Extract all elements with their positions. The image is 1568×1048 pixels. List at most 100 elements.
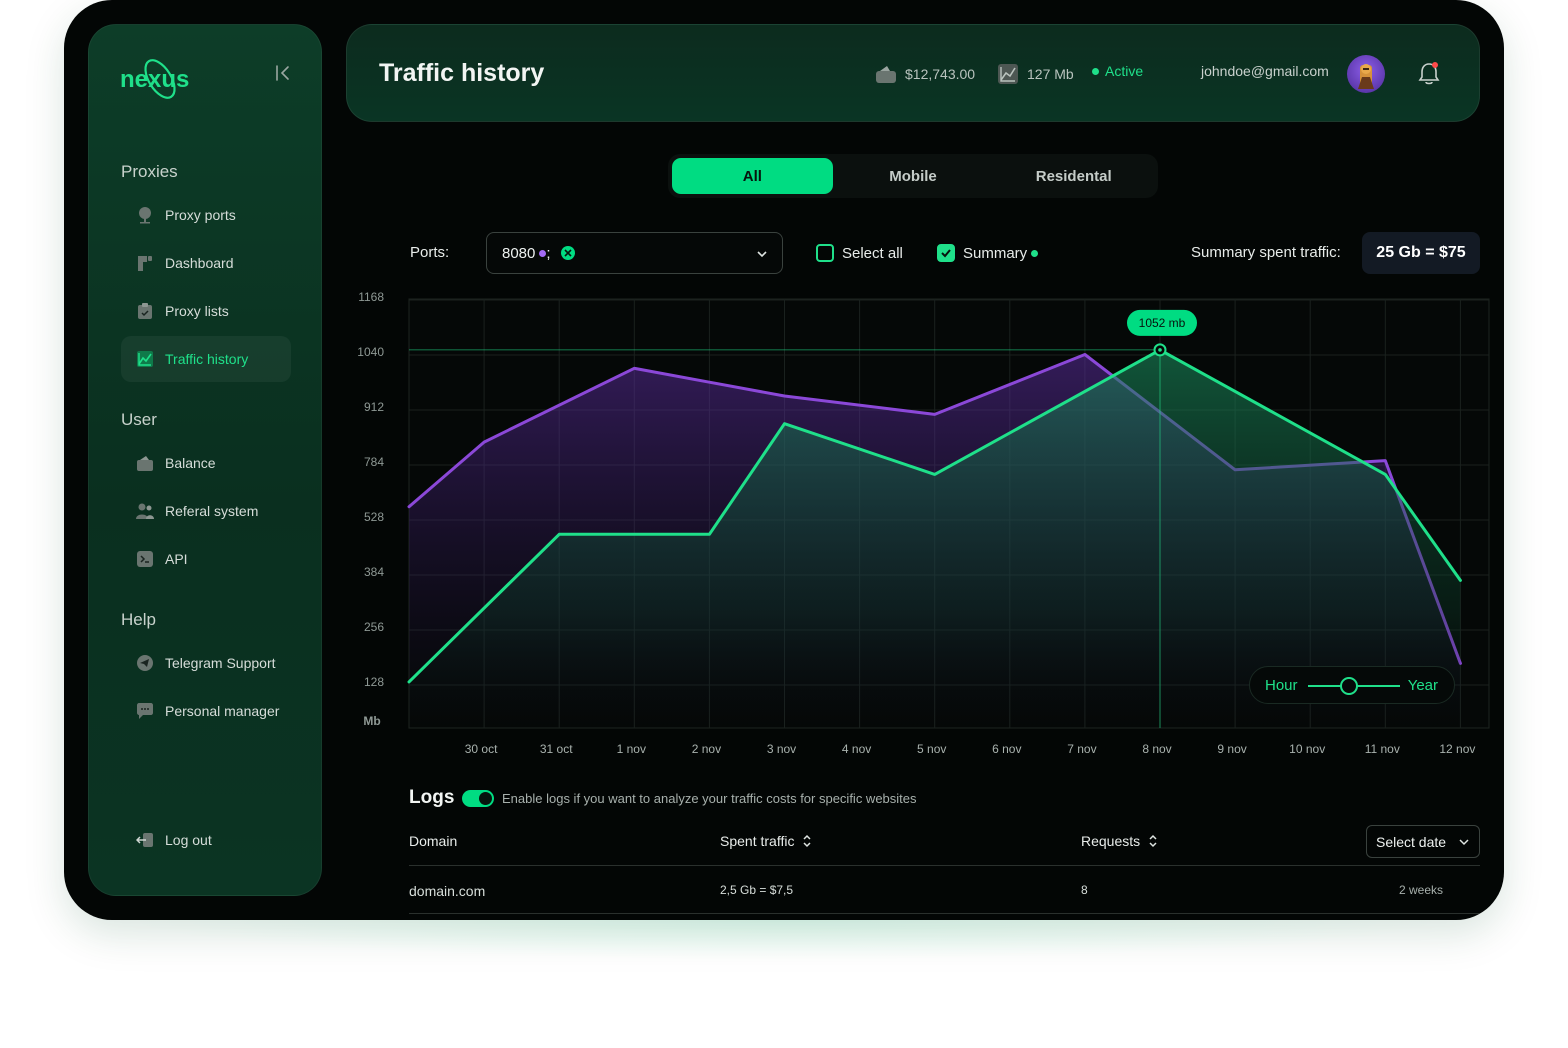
page-title: Traffic history xyxy=(379,59,545,87)
summary-spent-value: 25 Gb = $75 xyxy=(1362,232,1480,274)
sidebar-item-label: Proxy ports xyxy=(165,207,236,223)
x-tick-label: 30 oct xyxy=(465,742,498,756)
terminal-icon xyxy=(135,549,155,569)
toggle-knob xyxy=(479,792,492,805)
slider-min-label: Hour xyxy=(1265,677,1298,694)
clear-port-icon[interactable] xyxy=(560,246,575,260)
logout-button[interactable]: Log out xyxy=(121,817,291,863)
sort-icon xyxy=(803,834,811,848)
chart-icon xyxy=(135,349,155,369)
logs-title: Logs xyxy=(409,787,455,808)
section-title-help: Help xyxy=(121,610,156,629)
table-row-divider xyxy=(409,913,1480,914)
nexus-logo: nexus xyxy=(120,59,189,99)
sidebar-item-label: Balance xyxy=(165,455,216,471)
x-tick-label: 6 nov xyxy=(992,742,1021,756)
x-tick-label: 3 nov xyxy=(767,742,796,756)
sidebar-item-traffic-history[interactable]: Traffic history xyxy=(121,336,291,382)
tab-mobile[interactable]: Mobile xyxy=(833,158,994,194)
column-label: Requests xyxy=(1081,833,1141,849)
row-when: 2 weeks xyxy=(1399,883,1444,897)
balance-value: $12,743.00 xyxy=(905,66,976,82)
slider-knob[interactable] xyxy=(1340,677,1358,695)
y-axis-unit: Mb xyxy=(363,714,380,728)
logs-toggle[interactable] xyxy=(462,790,494,807)
user-email[interactable]: johndoe@gmail.com xyxy=(1201,63,1329,79)
logo-text: nexus xyxy=(120,66,189,93)
wallet-icon xyxy=(135,453,155,473)
y-tick-label: 384 xyxy=(364,565,384,579)
header: Traffic history $12,743.00 127 Mb Active… xyxy=(346,24,1480,122)
x-axis: 30 oct 31 oct 1 nov 2 nov 3 nov 4 nov 5 nov 6 n… xyxy=(465,742,1476,756)
collapse-sidebar-icon[interactable] xyxy=(273,63,293,83)
sidebar-item-telegram-support[interactable]: Telegram Support xyxy=(121,640,291,686)
chevron-down-icon xyxy=(757,251,767,258)
summary-spent-label: Summary spent traffic: xyxy=(1191,244,1341,261)
sidebar-item-label: Traffic history xyxy=(165,351,249,367)
tab-residental[interactable]: Residental xyxy=(993,158,1154,194)
y-tick-label: 256 xyxy=(364,620,384,634)
table-header-divider xyxy=(409,865,1480,866)
select-all-label: Select all xyxy=(842,244,903,262)
x-tick-label: 2 nov xyxy=(692,742,721,756)
sidebar-item-label: Dashboard xyxy=(165,255,234,271)
y-tick-label: 128 xyxy=(364,675,384,689)
chevron-down-icon xyxy=(1459,839,1469,846)
sidebar-item-label: Proxy lists xyxy=(165,303,229,319)
users-icon xyxy=(135,501,155,521)
row-domain: domain.com xyxy=(409,883,486,899)
sidebar-item-proxy-lists[interactable]: Proxy lists xyxy=(121,288,291,334)
x-tick-label: 10 nov xyxy=(1289,742,1325,756)
logout-label: Log out xyxy=(165,832,212,848)
sidebar-item-balance[interactable]: Balance xyxy=(121,440,291,486)
traffic-chart-icon xyxy=(998,64,1018,84)
avatar[interactable] xyxy=(1347,55,1385,93)
telegram-icon xyxy=(135,653,155,673)
ports-select[interactable]: 8080 ; xyxy=(486,232,783,274)
select-all-checkbox[interactable]: Select all xyxy=(816,244,903,262)
sidebar-item-proxy-ports[interactable]: Proxy ports xyxy=(121,192,291,238)
status-dot xyxy=(1092,67,1099,75)
sidebar-item-label: Referal system xyxy=(165,503,259,519)
x-tick-label: 11 nov xyxy=(1365,742,1400,756)
sidebar-item-label: Personal manager xyxy=(165,703,280,719)
y-tick-label: 912 xyxy=(364,400,384,414)
column-spent-traffic[interactable]: Spent traffic xyxy=(720,833,812,849)
column-requests[interactable]: Requests xyxy=(1081,833,1158,849)
column-domain: Domain xyxy=(409,833,458,849)
port-color-dot xyxy=(539,249,547,257)
balance-stat: $12,743.00 xyxy=(875,63,975,85)
x-tick-label: 1 nov xyxy=(617,742,646,756)
sidebar-item-personal-manager[interactable]: Personal manager xyxy=(121,688,291,734)
ports-label: Ports: xyxy=(410,244,450,261)
logout-icon xyxy=(135,830,155,850)
x-tick-label: 8 nov xyxy=(1142,742,1171,756)
sidebar-item-referal-system[interactable]: Referal system xyxy=(121,488,291,534)
summary-checkbox[interactable]: Summary xyxy=(937,244,1039,262)
x-tick-label: 5 nov xyxy=(917,742,946,756)
sidebar: nexus Proxies Proxy ports Dashboard Prox… xyxy=(88,24,322,896)
check-icon xyxy=(941,249,951,258)
sidebar-item-label: Telegram Support xyxy=(165,655,276,671)
time-range-slider[interactable]: Hour Year xyxy=(1249,666,1455,704)
clipboard-icon xyxy=(135,301,155,321)
y-tick-label: 1168 xyxy=(358,290,384,304)
checkbox-box[interactable] xyxy=(816,244,834,262)
x-tick-label: 31 oct xyxy=(540,742,573,756)
sort-icon xyxy=(1149,834,1157,848)
section-title-user: User xyxy=(121,410,157,429)
column-label: Spent traffic xyxy=(720,833,795,849)
y-tick-label: 528 xyxy=(364,510,384,524)
y-tick-label: 784 xyxy=(364,455,384,469)
sidebar-item-api[interactable]: API xyxy=(121,536,291,582)
bell-icon[interactable] xyxy=(1417,61,1441,87)
x-tick-label: 12 nov xyxy=(1439,742,1475,756)
checkbox-box-checked[interactable] xyxy=(937,244,955,262)
select-date-dropdown[interactable]: Select date xyxy=(1366,825,1480,858)
summary-label: Summary xyxy=(963,244,1028,262)
highlight-tooltip-label: 1052 mb xyxy=(1139,316,1186,330)
sidebar-item-dashboard[interactable]: Dashboard xyxy=(121,240,291,286)
row-requests: 8 xyxy=(1081,883,1088,897)
highlight-point-center xyxy=(1158,348,1162,352)
tab-all[interactable]: All xyxy=(672,158,833,194)
